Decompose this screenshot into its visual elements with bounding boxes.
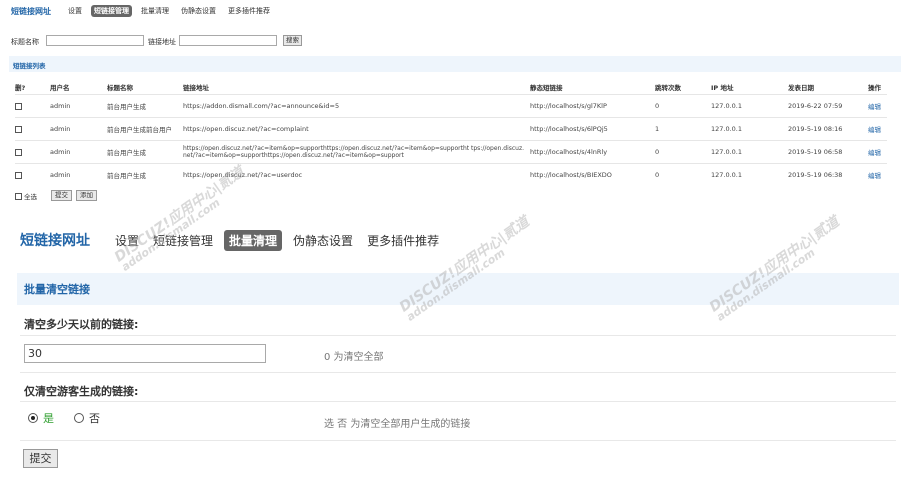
search-button[interactable]: 搜索 <box>283 35 302 46</box>
days-label: 清空多少天以前的链接: <box>24 318 139 331</box>
search-title-input[interactable] <box>46 35 144 46</box>
edit-link[interactable]: 编辑 <box>868 140 887 164</box>
radio-no[interactable] <box>74 413 84 423</box>
row-checkbox[interactable] <box>15 102 22 110</box>
guest-only-label: 仅清空游客生成的链接: <box>24 385 139 398</box>
table-row: admin 前台用户生成 https://open.discuz.net/?ac… <box>15 140 887 164</box>
link-table: 删? 用户名 标题名称 链接地址 静态短链接 跳转次数 IP 地址 发表日期 操… <box>15 80 887 186</box>
cell-user: admin <box>50 117 107 141</box>
col-url: 链接地址 <box>183 84 209 92</box>
table-row: admin 前台用户生成前台用户 https://open.discuz.net… <box>15 117 887 141</box>
cell-date: 2019-6-22 07:59 <box>788 94 868 118</box>
submit-button[interactable]: 提交 <box>23 449 58 468</box>
cell-title: 前台用户生成前台用户 <box>107 117 183 141</box>
divider <box>20 440 896 441</box>
edit-link[interactable]: 编辑 <box>868 117 887 141</box>
tab-link-manage[interactable]: 短链接管理 <box>150 231 216 250</box>
cell-short-url: http://localhost/s/4lnRly <box>530 140 655 164</box>
divider <box>20 401 896 402</box>
cell-url: https://open.discuz.net/?ac=userdoc <box>183 163 530 186</box>
list-add-button[interactable]: 添加 <box>76 190 97 201</box>
cell-ip: 127.0.0.1 <box>711 163 788 186</box>
cell-jumps: 0 <box>655 94 711 118</box>
select-all-label: 全选 <box>24 193 37 201</box>
row-checkbox[interactable] <box>15 125 22 133</box>
cell-ip: 127.0.0.1 <box>711 94 788 118</box>
radio-yes[interactable] <box>28 413 38 423</box>
col-action: 操作 <box>868 84 881 92</box>
guest-only-radios: 是 否 <box>28 411 100 425</box>
col-user: 用户名 <box>50 84 70 92</box>
top-tab-batch-clean[interactable]: 批量清理 <box>138 5 172 17</box>
cell-title: 前台用户生成 <box>107 140 183 164</box>
cell-user: admin <box>50 94 107 118</box>
tab-more-plugins[interactable]: 更多插件推荐 <box>364 231 442 250</box>
main-nav: 短链接网址 设置 短链接管理 批量清理 伪静态设置 更多插件推荐 <box>20 229 442 251</box>
divider <box>20 335 896 336</box>
cell-ip: 127.0.0.1 <box>711 140 788 164</box>
top-tab-settings[interactable]: 设置 <box>65 5 85 17</box>
days-input[interactable] <box>24 344 266 363</box>
main-brand: 短链接网址 <box>20 233 90 249</box>
cell-date: 2019-5-19 08:16 <box>788 117 868 141</box>
col-title: 标题名称 <box>107 84 133 92</box>
row-checkbox[interactable] <box>15 148 22 156</box>
cell-user: admin <box>50 140 107 164</box>
table-row: admin 前台用户生成 https://addon.dismall.com/?… <box>15 94 887 118</box>
search-title-label: 标题名称 <box>11 38 39 46</box>
search-url-input[interactable] <box>179 35 277 46</box>
days-hint: 0 为清空全部 <box>324 352 384 363</box>
col-date: 发表日期 <box>788 84 814 92</box>
col-delete: 删? <box>15 84 26 92</box>
cell-ip: 127.0.0.1 <box>711 117 788 141</box>
section-title-bar <box>17 273 899 305</box>
guest-only-hint: 选 否 为清空全部用户生成的链接 <box>324 419 471 430</box>
search-url-label: 链接地址 <box>148 38 176 46</box>
cell-date: 2019-5-19 06:58 <box>788 140 868 164</box>
top-brand: 短链接网址 <box>11 5 51 16</box>
cell-url: https://addon.dismall.com/?ac=announce&i… <box>183 94 530 118</box>
cell-title: 前台用户生成 <box>107 163 183 186</box>
cell-short-url: http://localhost/s/6lPQj5 <box>530 117 655 141</box>
cell-short-url: http://localhost/s/gl7KlP <box>530 94 655 118</box>
radio-no-label: 否 <box>89 412 100 425</box>
cell-user: admin <box>50 163 107 186</box>
col-short-url: 静态短链接 <box>530 84 563 92</box>
select-all-checkbox[interactable] <box>15 192 22 200</box>
list-title-bar <box>9 56 901 72</box>
divider <box>20 372 896 373</box>
cell-title: 前台用户生成 <box>107 94 183 118</box>
tab-rewrite[interactable]: 伪静态设置 <box>290 231 356 250</box>
col-ip: IP 地址 <box>711 84 734 92</box>
tab-settings[interactable]: 设置 <box>112 231 142 250</box>
section-title: 批量清空链接 <box>24 283 90 296</box>
list-submit-button[interactable]: 提交 <box>51 190 72 201</box>
cell-url: https://open.discuz.net/?ac=complaint <box>183 117 530 141</box>
top-nav: 短链接网址 设置 短链接管理 批量清理 伪静态设置 更多插件推荐 <box>11 5 273 17</box>
top-tab-rewrite[interactable]: 伪静态设置 <box>178 5 219 17</box>
cell-url: https://open.discuz.net/?ac=item&op=supp… <box>183 140 530 164</box>
col-jumps: 跳转次数 <box>655 84 681 92</box>
cell-jumps: 0 <box>655 163 711 186</box>
cell-jumps: 1 <box>655 117 711 141</box>
cell-date: 2019-5-19 06:38 <box>788 163 868 186</box>
cell-short-url: http://localhost/s/BIEXDO <box>530 163 655 186</box>
list-title: 短链接列表 <box>13 62 46 70</box>
top-tab-link-manage[interactable]: 短链接管理 <box>91 5 132 17</box>
edit-link[interactable]: 编辑 <box>868 94 887 118</box>
list-footer: 全选 <box>15 190 45 202</box>
cell-jumps: 0 <box>655 140 711 164</box>
top-tab-more-plugins[interactable]: 更多插件推荐 <box>225 5 273 17</box>
row-checkbox[interactable] <box>15 171 22 179</box>
tab-batch-clean[interactable]: 批量清理 <box>224 229 283 251</box>
table-header: 删? 用户名 标题名称 链接地址 静态短链接 跳转次数 IP 地址 发表日期 操… <box>15 80 887 95</box>
radio-yes-label: 是 <box>43 412 54 425</box>
table-row: admin 前台用户生成 https://open.discuz.net/?ac… <box>15 163 887 186</box>
edit-link[interactable]: 编辑 <box>868 163 887 186</box>
